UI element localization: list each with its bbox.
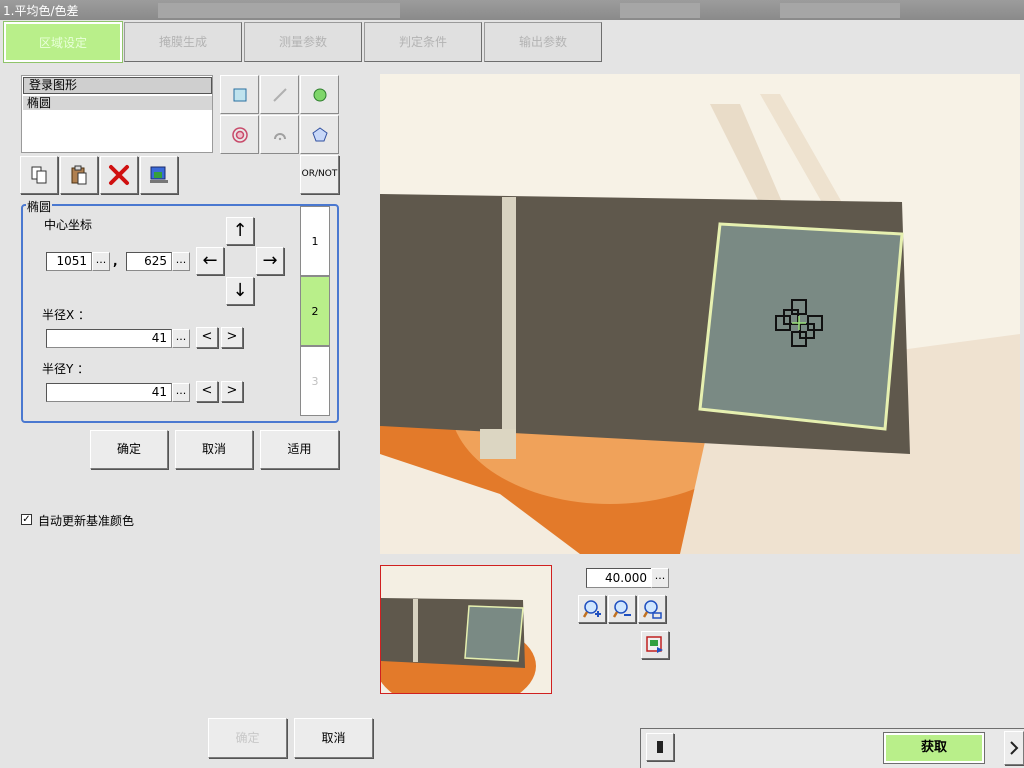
center-y-field[interactable]: 625: [126, 252, 172, 271]
tab-output-params[interactable]: 输出参数: [484, 22, 602, 62]
or-not-button[interactable]: OR/NOT: [300, 155, 339, 194]
display-image-icon: [646, 636, 663, 653]
radius-x-decrease-button[interactable]: <: [196, 327, 218, 348]
radius-y-dots-button[interactable]: ...: [172, 383, 190, 402]
line-icon: [272, 87, 287, 102]
radius-x-field[interactable]: 41: [46, 329, 172, 348]
radius-x-dots-button[interactable]: ...: [172, 329, 190, 348]
center-x-field[interactable]: 1051: [46, 252, 92, 271]
tab-region-setting[interactable]: 区域设定: [3, 21, 123, 63]
zoom-dots-button[interactable]: ...: [651, 568, 669, 588]
title-bar: 1.平均色/色差: [0, 0, 1024, 20]
navigator-thumbnail-view: [381, 566, 551, 693]
rectangle-icon: [233, 88, 246, 101]
coordinate-separator: ,: [113, 254, 118, 268]
radius-y-field[interactable]: 41: [46, 383, 172, 402]
region-list-item[interactable]: 椭圆: [23, 96, 212, 110]
move-down-button[interactable]: ↓: [226, 277, 254, 305]
bottom-ok-button[interactable]: 确定: [208, 718, 287, 758]
tab-mask-generation[interactable]: 掩膜生成: [124, 22, 242, 62]
window-title: 1.平均色/色差: [3, 4, 79, 18]
chevron-right-icon: [1010, 741, 1019, 755]
page-tab-3[interactable]: 3: [300, 346, 330, 416]
line-tool-button[interactable]: [260, 75, 299, 114]
page-tab-2[interactable]: 2: [300, 276, 330, 346]
auto-update-label: 自动更新基准颜色: [38, 514, 135, 528]
region-list[interactable]: 登录图形 椭圆: [21, 75, 213, 153]
camera-image-view: [380, 74, 1020, 554]
center-y-dots-button[interactable]: ...: [172, 252, 190, 271]
ring-icon: [231, 126, 248, 143]
zoom-fit-button[interactable]: [638, 595, 666, 623]
polygon-icon: [311, 126, 328, 141]
auto-update-checkbox[interactable]: ✓: [21, 514, 32, 525]
display-image-button[interactable]: [641, 631, 669, 659]
paste-button[interactable]: [60, 156, 98, 194]
apply-button[interactable]: 适用: [260, 430, 339, 469]
title-bar-segment: [158, 3, 400, 18]
center-coordinate-label: 中心坐标: [44, 218, 93, 232]
expand-arrow-button[interactable]: [1004, 731, 1024, 765]
title-bar-segment: [780, 3, 900, 18]
zoom-in-button[interactable]: [578, 595, 606, 623]
bottom-cancel-button[interactable]: 取消: [294, 718, 373, 758]
delete-icon: [109, 165, 129, 185]
zoom-fit-icon: [642, 600, 662, 619]
zoom-value-field[interactable]: 40.000: [586, 568, 652, 588]
radius-y-increase-button[interactable]: >: [221, 381, 243, 402]
copy-icon: [31, 166, 47, 184]
ring-tool-button[interactable]: [220, 115, 259, 154]
zoom-out-icon: [612, 600, 631, 618]
image-settings-icon: [150, 166, 168, 183]
tab-judgement-conditions[interactable]: 判定条件: [364, 22, 482, 62]
pause-icon: [657, 741, 663, 753]
pause-button[interactable]: [646, 733, 674, 761]
circle-tool-button[interactable]: [300, 75, 339, 114]
radius-x-increase-button[interactable]: >: [221, 327, 243, 348]
arc-tool-button[interactable]: [260, 115, 299, 154]
delete-button[interactable]: [100, 156, 138, 194]
radius-y-label: 半径Y ：: [42, 362, 90, 376]
arc-icon: [273, 132, 286, 140]
radius-x-label: 半径X ：: [42, 308, 91, 322]
move-right-button[interactable]: →: [256, 247, 284, 275]
ok-button[interactable]: 确定: [90, 430, 168, 469]
image-settings-button[interactable]: [140, 156, 178, 194]
move-left-button[interactable]: ←: [196, 247, 224, 275]
cancel-button[interactable]: 取消: [175, 430, 253, 469]
copy-button[interactable]: [20, 156, 58, 194]
zoom-in-icon: [582, 600, 601, 618]
paste-icon: [71, 165, 87, 185]
region-list-header: 登录图形: [23, 77, 212, 94]
camera-image[interactable]: [380, 74, 1020, 554]
move-up-button[interactable]: ↑: [226, 217, 254, 245]
radius-y-decrease-button[interactable]: <: [196, 381, 218, 402]
navigator-thumbnail[interactable]: [380, 565, 552, 694]
rectangle-tool-button[interactable]: [220, 75, 259, 114]
center-x-dots-button[interactable]: ...: [92, 252, 110, 271]
tab-measurement-params[interactable]: 测量参数: [244, 22, 362, 62]
title-bar-segment: [620, 3, 700, 18]
acquire-button[interactable]: 获取: [883, 732, 985, 764]
ellipse-group-title: 椭圆: [26, 198, 53, 215]
ellipse-settings-group: 椭圆 中心坐标 1051 ... , 625 ... ↑ ← → ↓ 半径X ：…: [21, 198, 339, 423]
zoom-out-button[interactable]: [608, 595, 636, 623]
page-tab-1[interactable]: 1: [300, 206, 330, 276]
circle-icon: [313, 88, 326, 101]
polygon-tool-button[interactable]: [300, 115, 339, 154]
